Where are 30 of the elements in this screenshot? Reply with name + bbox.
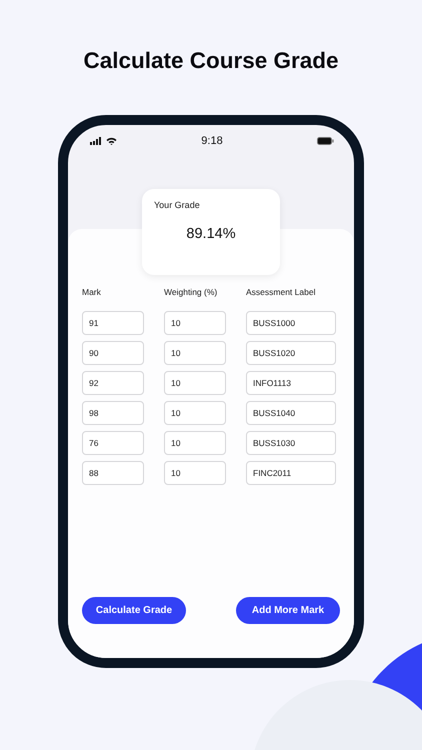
- column-header: Weighting (%): [164, 287, 218, 297]
- weighting-field[interactable]: 10: [164, 461, 226, 485]
- label-field[interactable]: BUSS1040: [246, 401, 336, 425]
- label-field[interactable]: BUSS1020: [246, 341, 336, 365]
- weighting-field[interactable]: 10: [164, 311, 226, 335]
- mark-field[interactable]: 92: [82, 371, 144, 395]
- weighting-field[interactable]: 10: [164, 431, 226, 455]
- mark-field[interactable]: 88: [82, 461, 144, 485]
- label-field[interactable]: INFO1113: [246, 371, 336, 395]
- action-button[interactable]: Add More Mark: [236, 597, 340, 624]
- label-field[interactable]: BUSS1030: [246, 431, 336, 455]
- column-header: Mark: [82, 287, 102, 297]
- weighting-field[interactable]: 10: [164, 401, 226, 425]
- status-time: 9:18: [200, 135, 224, 147]
- mark-field[interactable]: 90: [82, 341, 144, 365]
- action-button[interactable]: Calculate Grade: [82, 597, 186, 624]
- grade-label: Your Grade: [154, 200, 200, 210]
- mark-field[interactable]: 98: [82, 401, 144, 425]
- mark-field[interactable]: 76: [82, 431, 144, 455]
- wifi-icon: [106, 137, 117, 145]
- headline: Calculate Course Grade: [83, 47, 339, 75]
- mark-field[interactable]: 91: [82, 311, 144, 335]
- battery-icon: [317, 137, 334, 145]
- weighting-field[interactable]: 10: [164, 371, 226, 395]
- label-field[interactable]: FINC2011: [246, 461, 336, 485]
- column-header: Assessment Label: [246, 287, 316, 297]
- signal-icon: [90, 137, 102, 145]
- grade-value: 89.14%: [186, 226, 236, 242]
- weighting-field[interactable]: 10: [164, 341, 226, 365]
- label-field[interactable]: BUSS1000: [246, 311, 336, 335]
